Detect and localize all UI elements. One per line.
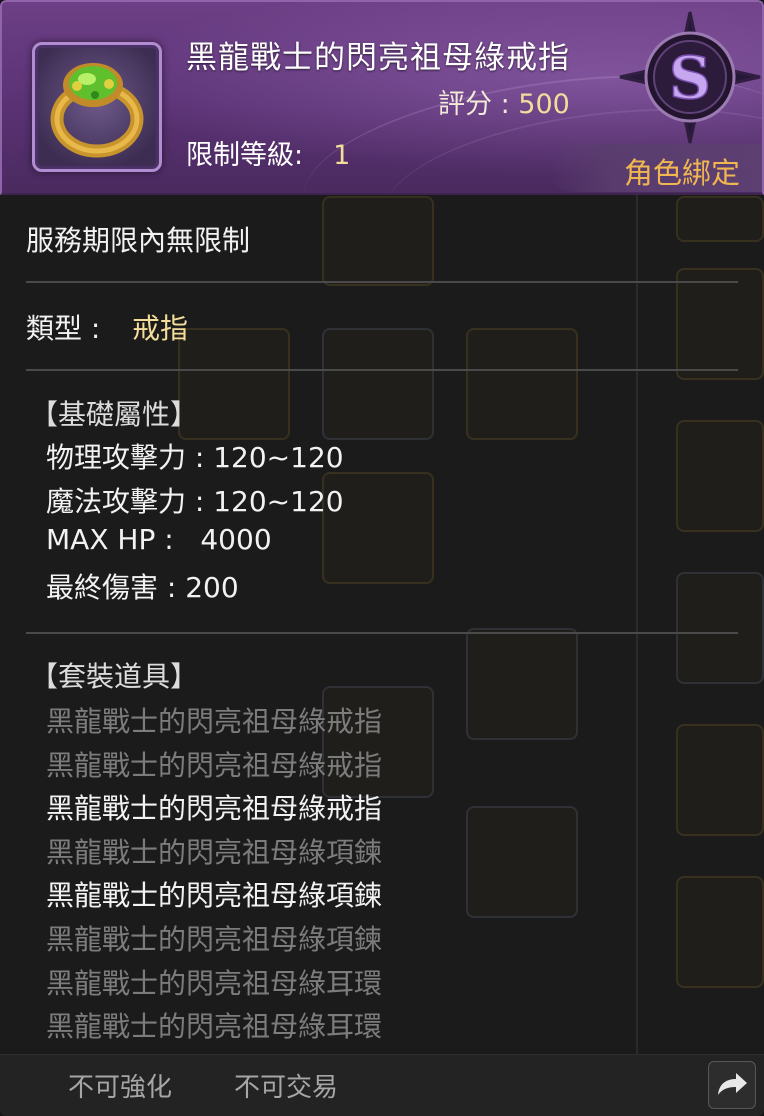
inventory-slot bbox=[676, 572, 764, 684]
emerald-ring-icon bbox=[50, 63, 144, 158]
divider bbox=[26, 281, 738, 283]
type-value: 戒指 bbox=[132, 312, 189, 345]
inventory-slot bbox=[322, 196, 434, 286]
inventory-slot bbox=[466, 328, 578, 440]
divider bbox=[26, 632, 738, 634]
section-header: 【套裝道具】 bbox=[30, 660, 199, 693]
stat-row: MAX HP : 4000 bbox=[46, 523, 272, 556]
set-item: 黑龍戰士的閃亮祖母綠項鍊 bbox=[46, 835, 383, 869]
level-value: 1 bbox=[333, 140, 351, 171]
inventory-slot bbox=[676, 724, 764, 836]
set-item: 黑龍戰士的閃亮祖母綠耳環 bbox=[46, 966, 383, 1000]
stat-row: 魔法攻擊力 : 120~120 bbox=[46, 485, 344, 518]
item-score: 評分 : 500 bbox=[438, 82, 570, 121]
tooltip-footer: 不可強化 不可交易 bbox=[0, 1054, 764, 1116]
grade-s-icon: S bbox=[619, 11, 761, 144]
section-header: 【基礎屬性】 bbox=[30, 398, 199, 431]
score-label: 評分 : bbox=[438, 89, 519, 120]
set-item-equipped: 黑龍戰士的閃亮祖母綠項鍊 bbox=[46, 879, 383, 913]
inventory-slot bbox=[466, 628, 578, 740]
inventory-slot bbox=[676, 268, 764, 380]
stat-row: 最終傷害 : 200 bbox=[46, 571, 239, 604]
binding-label: 角色綁定 bbox=[623, 156, 740, 190]
score-value: 500 bbox=[518, 89, 570, 120]
divider bbox=[26, 369, 738, 371]
set-item: 黑龍戰士的閃亮祖母綠戒指 bbox=[46, 705, 383, 738]
inventory-slot bbox=[322, 328, 434, 440]
not-tradeable-tag: 不可交易 bbox=[234, 1073, 339, 1103]
service-period: 服務期限內無限制 bbox=[26, 224, 251, 257]
set-item-equipped: 黑龍戰士的閃亮祖母綠戒指 bbox=[46, 792, 383, 826]
item-tooltip: 黑龍戰士的閃亮祖母綠戒指 評分 : 500 限制等級: 1 S 角色綁定 服務期限… bbox=[0, 0, 764, 1116]
tooltip-header: 黑龍戰士的閃亮祖母綠戒指 評分 : 500 限制等級: 1 S 角色綁定 bbox=[0, 0, 764, 195]
inventory-divider bbox=[636, 195, 638, 1055]
inventory-slot bbox=[466, 806, 578, 918]
grade-letter: S bbox=[669, 44, 711, 112]
inventory-slot bbox=[676, 420, 764, 532]
set-item: 黑龍戰士的閃亮祖母綠戒指 bbox=[46, 748, 383, 782]
set-item: 黑龍戰士的閃亮祖母綠耳環 bbox=[46, 1010, 383, 1044]
set-item: 黑龍戰士的閃亮祖母綠項鍊 bbox=[46, 923, 383, 956]
item-name: 黑龍戰士的閃亮祖母綠戒指 bbox=[186, 40, 570, 76]
inventory-slot bbox=[676, 196, 764, 242]
level-requirement: 限制等級: 1 bbox=[186, 133, 350, 172]
level-label: 限制等級: bbox=[186, 140, 304, 171]
item-icon-frame bbox=[32, 42, 162, 172]
share-button[interactable] bbox=[708, 1061, 756, 1109]
not-enhanceable-tag: 不可強化 bbox=[68, 1073, 173, 1103]
binding-tag: 角色綁定 bbox=[550, 144, 762, 192]
share-arrow-icon bbox=[718, 1073, 747, 1095]
stat-row: 物理攻擊力 : 120~120 bbox=[46, 441, 344, 474]
inventory-slot bbox=[676, 876, 764, 988]
type-label: 類型 : bbox=[26, 312, 101, 345]
